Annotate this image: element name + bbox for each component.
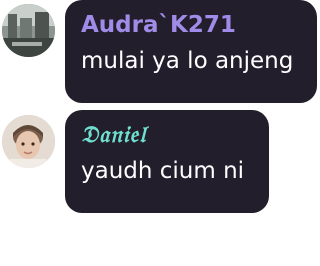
avatar[interactable] [2, 4, 55, 57]
message-text: mulai ya lo anjeng [81, 48, 294, 74]
username[interactable]: Audra`K271 [81, 10, 301, 40]
message-bubble: 𝔇𝔞𝔫𝔦𝔢𝔩 yaudh cium ni [65, 110, 269, 213]
message-bubble: Audra`K271 mulai ya lo anjeng [65, 0, 317, 103]
avatar[interactable] [2, 115, 55, 168]
avatar-image [2, 4, 55, 57]
avatar-image [2, 115, 55, 168]
message-text: yaudh cium ni [81, 158, 245, 184]
username[interactable]: 𝔇𝔞𝔫𝔦𝔢𝔩 [81, 120, 253, 150]
